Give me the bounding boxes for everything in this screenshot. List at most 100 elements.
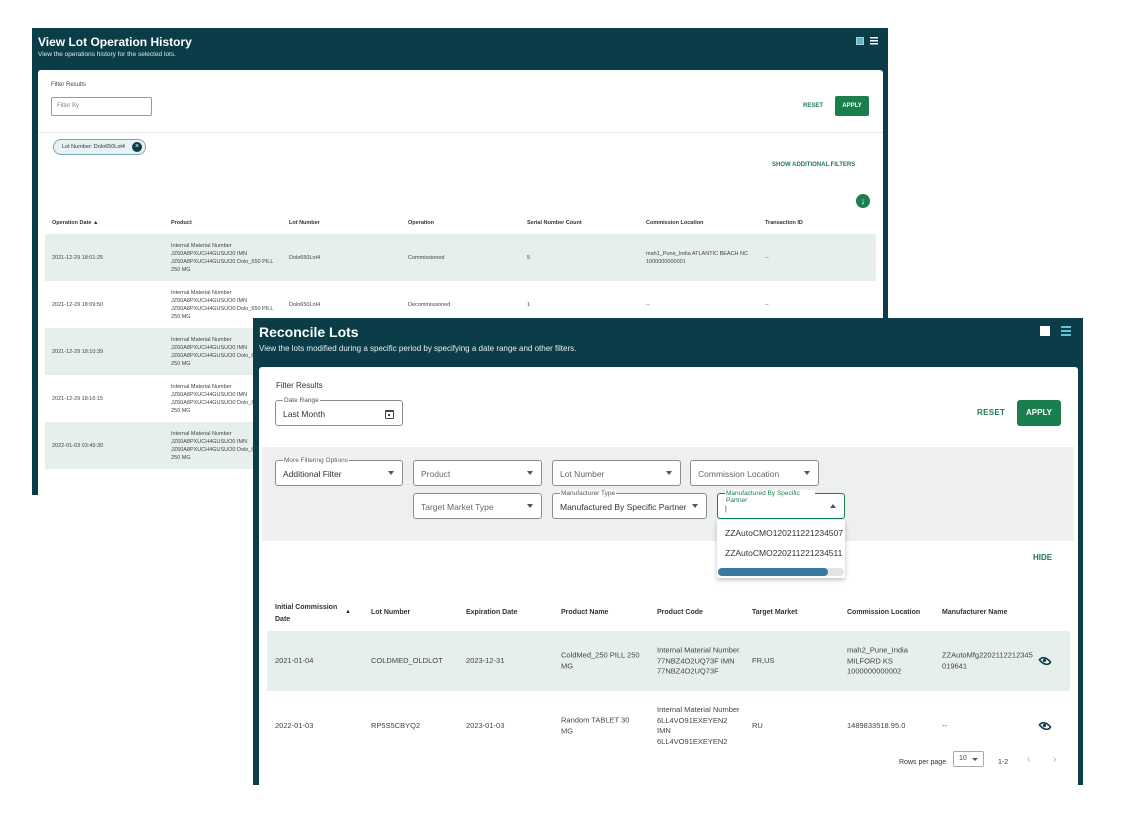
chevron-down-icon [804, 471, 810, 475]
col-operation-date[interactable]: Operation Date ▲ [52, 220, 98, 226]
list-view-icon[interactable] [1061, 326, 1071, 336]
cell-manufacturer: -- [942, 720, 947, 730]
reconcile-title: Reconcile Lots [259, 324, 359, 340]
history-view-toggle [856, 37, 878, 45]
cell-operation: Commissioned [408, 254, 445, 261]
eye-icon[interactable] [1038, 719, 1052, 733]
chevron-down-icon [527, 471, 533, 475]
rows-per-page-value: 10 [959, 755, 967, 762]
date-range-label: Date Range [283, 397, 320, 405]
col-product-name: Product Name [561, 609, 609, 616]
additional-filters-section: More Filtering Options Additional Filter… [262, 447, 1074, 541]
rows-per-page-label: Rows per page [899, 759, 947, 766]
table-row[interactable]: 2022-01-03 RP5S5CBYQ2 2023-01-03 Random … [267, 691, 1070, 761]
col-lot-number: Lot Number [371, 609, 411, 616]
target-market-type-select[interactable]: Target Market Type [413, 493, 542, 519]
commission-location-select[interactable]: Commission Location [690, 460, 819, 486]
hide-filters-link[interactable]: HIDE [1033, 553, 1052, 562]
calendar-icon[interactable] [385, 410, 394, 419]
chevron-right-icon[interactable]: › [1053, 754, 1056, 765]
reconcile-lots-window: Reconcile Lots View the lots modified du… [253, 318, 1083, 785]
cell-expiry: 2023-01-03 [466, 720, 505, 730]
col-serial-number-count: Serial Number Count [527, 220, 582, 226]
manufactured-by-partner-input[interactable]: Manufactured By Specific Partner | [717, 490, 845, 519]
reconcile-apply-button[interactable]: APPLY [1017, 400, 1061, 426]
table-row[interactable]: 2021-12-29 18:01:25 Internal Material Nu… [45, 234, 876, 281]
col-target-market: Target Market [752, 609, 798, 616]
manufacturer-type-select[interactable]: Manufacturer Type Manufactured By Specif… [552, 490, 707, 519]
list-view-icon[interactable] [870, 37, 878, 45]
more-filtering-options-value: Additional Filter [283, 469, 342, 479]
date-range-value: Last Month [283, 409, 326, 419]
reconcile-table-header: Initial Commission Date ▲ Lot Number Exp… [267, 589, 1070, 631]
history-title: View Lot Operation History [38, 35, 192, 49]
cell-product: Internal Material Number JZ60A8PXUCH4GUS… [171, 242, 274, 273]
chevron-left-icon[interactable]: ‹ [1027, 754, 1030, 765]
manufacturer-type-label: Manufacturer Type [560, 490, 617, 498]
lot-number-select[interactable]: Lot Number [552, 460, 681, 486]
reconcile-panel: Filter Results Date Range Last Month RES… [259, 367, 1078, 785]
manufactured-by-partner-value: | [725, 506, 727, 513]
more-filtering-options-label: More Filtering Options [283, 457, 349, 465]
manufacturer-type-value: Manufactured By Specific Partner [560, 502, 687, 512]
reconcile-filter-results-label: Filter Results [276, 381, 323, 390]
history-filter-results-label: Filter Results [51, 82, 87, 88]
history-filter-input[interactable]: Filter By [51, 97, 152, 116]
cell-code: Internal Material Number 77NBZ4O2UQ73F I… [657, 645, 740, 676]
cell-location: -- [646, 301, 650, 308]
chevron-down-icon [666, 471, 672, 475]
dropdown-option[interactable]: ZZAutoCMO220211221234511 [725, 548, 842, 558]
lot-number-chip[interactable]: Lot Number: Dolo650Lot4 × [53, 139, 146, 155]
target-market-type-placeholder: Target Market Type [421, 502, 494, 512]
cell-location: mah2_Pune_India MILFORD KS 1000000000002 [847, 645, 908, 676]
dropdown-scrollbar-thumb[interactable] [718, 568, 828, 576]
close-chip-icon[interactable]: × [131, 142, 142, 152]
cell-count: 1 [527, 301, 531, 308]
date-range-field[interactable]: Date Range Last Month [275, 397, 403, 426]
col-manufacturer-name: Manufacturer Name [942, 609, 1008, 616]
table-row[interactable]: 2021-01-04 COLDMED_OLDLOT 2023-12-31 Col… [267, 631, 1070, 691]
chevron-down-icon [972, 758, 978, 761]
partner-dropdown-menu: ZZAutoCMO120211221234507 ZZAutoCMO220211… [717, 520, 845, 578]
cell-code: Internal Material Number 6LL4VO91EXEYEN2… [657, 705, 740, 746]
col-commission-location: Commission Location [646, 220, 704, 226]
cell-product: Random TABLET 30 MG [561, 715, 630, 736]
commission-location-placeholder: Commission Location [698, 469, 780, 479]
chart-view-icon[interactable] [856, 37, 864, 45]
chart-view-icon[interactable] [1040, 326, 1050, 336]
cell-location: mah1_Pune_India ATLANTIC BEACH NC 100000… [646, 250, 748, 265]
cell-product: ColdMed_250 PILL 250 MG [561, 650, 640, 671]
col-expiration-date: Expiration Date [466, 609, 518, 616]
chevron-down-icon [527, 504, 533, 508]
download-icon[interactable]: ↓ [856, 194, 870, 208]
cell-market: RU [752, 720, 763, 730]
col-operation: Operation [408, 220, 434, 226]
cell-market: FR,US [752, 655, 775, 665]
cell-date: 2021-01-04 [275, 655, 314, 665]
cell-lot: COLDMED_OLDLOT [371, 655, 443, 665]
eye-icon[interactable] [1038, 654, 1052, 668]
rows-per-page-select[interactable]: 10 [953, 751, 984, 767]
col-lot-number: Lot Number [289, 220, 320, 226]
cell-product: Internal Material Number JZ60A8PXUCH4GUS… [171, 289, 274, 320]
cell-date: 2022-01-03 03:49:30 [52, 442, 104, 449]
more-filtering-options-select[interactable]: More Filtering Options Additional Filter [275, 457, 403, 486]
history-subtitle: View the operations history for the sele… [38, 51, 176, 58]
product-placeholder: Product [421, 469, 451, 479]
history-reset-button[interactable]: RESET [803, 103, 823, 109]
col-initial-commission-date-label: Initial Commission Date [275, 604, 338, 623]
product-select[interactable]: Product [413, 460, 542, 486]
cell-date: 2022-01-03 [275, 720, 314, 730]
cell-lot: RP5S5CBYQ2 [371, 720, 421, 730]
col-initial-commission-date[interactable]: Initial Commission Date [275, 602, 343, 626]
dropdown-option[interactable]: ZZAutoCMO120211221234507 [725, 528, 843, 538]
chevron-down-icon [692, 504, 698, 508]
show-additional-filters-link[interactable]: SHOW ADDITIONAL FILTERS [772, 162, 855, 168]
cell-lot: Dolo650Lot4 [289, 301, 321, 308]
sort-asc-icon[interactable]: ▲ [345, 606, 351, 618]
history-apply-button[interactable]: APPLY [835, 96, 869, 116]
reconcile-subtitle: View the lots modified during a specific… [259, 344, 577, 353]
reconcile-table: Initial Commission Date ▲ Lot Number Exp… [267, 589, 1070, 761]
chevron-down-icon [388, 471, 394, 475]
reconcile-reset-button[interactable]: RESET [977, 408, 1005, 417]
